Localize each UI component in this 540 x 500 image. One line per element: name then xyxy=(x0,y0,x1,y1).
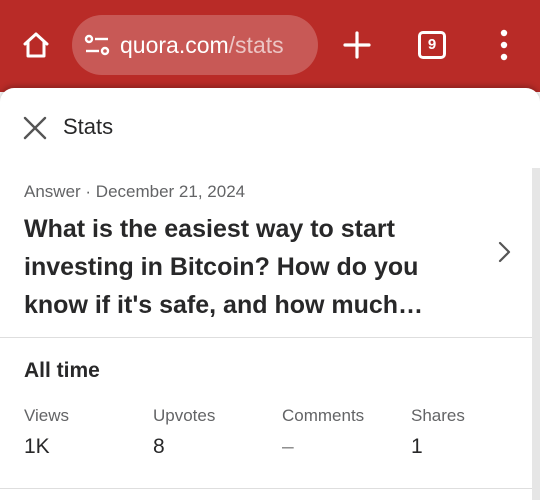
stat-value: 1 xyxy=(411,435,423,458)
stat-label: Comments xyxy=(282,406,365,425)
url-text[interactable]: quora.com/stats xyxy=(120,31,284,59)
close-icon[interactable] xyxy=(22,115,48,141)
stat-label: Upvotes xyxy=(153,406,216,425)
stat-upvotes: Upvotes 8 xyxy=(153,405,215,461)
chevron-right-icon[interactable] xyxy=(494,240,516,264)
browser-toolbar: quora.com/stats 9 xyxy=(0,0,540,92)
stat-comments: Comments – xyxy=(282,405,364,461)
stat-value: – xyxy=(282,435,294,458)
site-settings-icon[interactable] xyxy=(84,33,110,57)
stat-label: Shares xyxy=(411,406,465,425)
sheet-title: Stats xyxy=(63,114,114,139)
new-tab-icon[interactable] xyxy=(341,29,373,61)
home-button[interactable] xyxy=(18,27,54,63)
stat-views: Views 1K xyxy=(24,405,69,461)
url-path: /stats xyxy=(228,32,284,58)
stat-value: 8 xyxy=(153,435,165,458)
answer-meta: Answer · December 21, 2024 xyxy=(24,182,246,201)
divider xyxy=(0,337,532,338)
more-menu-icon[interactable] xyxy=(492,28,516,62)
address-bar[interactable]: quora.com/stats xyxy=(72,15,318,75)
stat-shares: Shares 1 xyxy=(411,405,465,461)
url-host: quora.com xyxy=(120,32,229,58)
question-link[interactable]: What is the easiest way to start investi… xyxy=(24,210,454,324)
scrollbar[interactable] xyxy=(532,168,540,500)
tab-switcher-button[interactable]: 9 xyxy=(418,31,446,59)
stat-value: 1K xyxy=(24,435,50,458)
period-title: All time xyxy=(24,359,100,382)
divider xyxy=(0,488,532,489)
home-icon xyxy=(23,32,49,58)
stat-label: Views xyxy=(24,406,70,425)
